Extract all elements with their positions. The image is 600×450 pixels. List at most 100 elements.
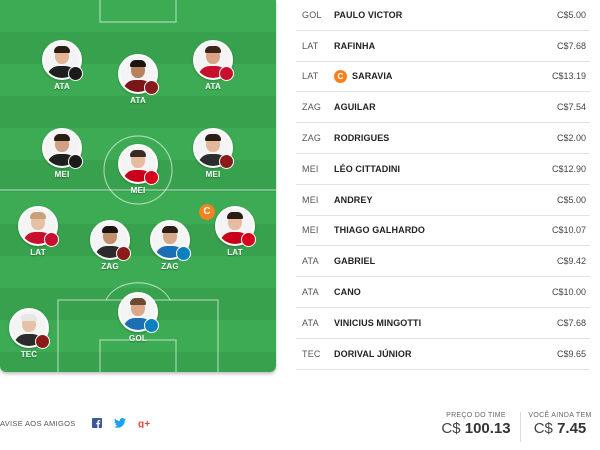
twitter-icon[interactable] <box>113 418 126 428</box>
lineup-row[interactable]: MEI LÉO CITTADINI C$12.90 <box>296 154 590 185</box>
remaining-caption: VOCÊ AINDA TEM <box>528 412 592 419</box>
field-position-label: ATA <box>130 96 146 105</box>
field-player[interactable]: LAT <box>10 206 66 257</box>
player-hair <box>227 212 243 219</box>
row-position: MEI <box>302 225 319 236</box>
club-badge-icon <box>219 154 234 169</box>
player-name-text: SARAVIA <box>352 71 393 82</box>
field-position-label: LAT <box>227 248 243 257</box>
player-hair <box>130 298 146 305</box>
lineup-row[interactable]: TEC DORIVAL JÚNIOR C$9.65 <box>296 339 590 370</box>
field-position-label: GOL <box>129 334 147 343</box>
lineup-row[interactable]: ATA GABRIEL C$9.42 <box>296 246 590 278</box>
row-price: C$13.19 <box>551 71 586 82</box>
lineup-row[interactable]: LAT C SARAVIA C$13.19 <box>296 62 590 93</box>
field-position-label: ATA <box>54 82 70 91</box>
row-price: C$10.00 <box>551 287 586 298</box>
lineup-row[interactable]: ATA VINICIUS MINGOTTI C$7.68 <box>296 308 590 339</box>
player-name-text: LÉO CITTADINI <box>334 163 401 174</box>
player-hair <box>21 314 37 321</box>
player-hair <box>130 60 146 67</box>
club-badge-icon <box>68 66 83 81</box>
field-player[interactable]: ATA <box>110 54 166 105</box>
player-name-text: AGUILAR <box>334 102 376 113</box>
lineup-row[interactable]: MEI ANDREY C$5.00 <box>296 185 590 216</box>
captain-icon: C <box>334 69 347 83</box>
row-position: ZAG <box>302 133 322 144</box>
team-price-caption: PREÇO DO TIME <box>446 412 506 419</box>
field-position-label: LAT <box>30 248 46 257</box>
facebook-icon[interactable] <box>91 418 102 428</box>
share-label: AVISE AOS AMIGOS <box>0 418 76 428</box>
club-badge-icon <box>144 80 159 95</box>
row-price: C$12.90 <box>551 163 586 174</box>
player-hair <box>162 226 178 233</box>
row-price: C$2.00 <box>556 133 586 144</box>
row-player-name: CANO <box>334 287 526 297</box>
player-name-text: DORIVAL JÚNIOR <box>334 348 412 359</box>
soccer-field: ATA ATA ATA MEI MEI MEI LAT ZAG ZAG LAT C GOL TEC <box>0 0 276 372</box>
row-player-name: RAFINHA <box>334 41 526 51</box>
field-player[interactable]: MEI <box>110 144 166 195</box>
field-player[interactable]: TEC <box>1 308 57 359</box>
row-position: LAT <box>302 40 319 51</box>
player-name-text: CANO <box>334 287 361 298</box>
player-hair <box>30 212 46 219</box>
player-name-text: PAULO VICTOR <box>334 9 403 20</box>
row-position: TEC <box>302 348 321 359</box>
team-price-value: C$ 100.13 <box>441 420 511 437</box>
row-player-name: VINICIUS MINGOTTI <box>334 318 526 328</box>
club-badge-icon <box>68 154 83 169</box>
remaining-value: C$ 7.45 <box>533 420 587 437</box>
player-name-text: RAFINHA <box>334 40 376 51</box>
field-player[interactable]: ATA <box>185 40 241 91</box>
captain-icon: C <box>199 204 215 220</box>
field-player[interactable]: MEI <box>34 128 90 179</box>
field-position-label: ATA <box>205 82 221 91</box>
row-player-name: C SARAVIA <box>334 69 526 83</box>
club-badge-icon <box>144 318 159 333</box>
row-price: C$7.68 <box>556 40 586 51</box>
row-position: ATA <box>302 256 319 267</box>
club-badge-icon <box>176 246 191 261</box>
field-player[interactable]: GOL <box>110 292 166 343</box>
field-player[interactable]: MEI <box>185 128 241 179</box>
lineup-row[interactable]: MEI THIAGO GALHARDO C$10.07 <box>296 216 590 247</box>
player-name-text: THIAGO GALHARDO <box>334 225 425 236</box>
player-name-text: RODRIGUES <box>334 133 390 144</box>
lineup-row[interactable]: ATA CANO C$10.00 <box>296 277 590 308</box>
player-hair <box>54 46 70 53</box>
club-badge-icon <box>116 246 131 261</box>
row-player-name: ANDREY <box>334 195 526 205</box>
player-name-text: VINICIUS MINGOTTI <box>334 317 422 328</box>
row-price: C$7.54 <box>556 102 586 113</box>
player-hair <box>205 46 221 53</box>
row-price: C$10.07 <box>551 225 586 236</box>
lineup-row[interactable]: LAT RAFINHA C$7.68 <box>296 31 590 62</box>
team-price-box: PREÇO DO TIME C$ 100.13 <box>436 412 516 437</box>
field-position-label: MEI <box>130 186 146 195</box>
row-player-name: RODRIGUES <box>334 133 526 143</box>
field-position-label: ZAG <box>101 262 119 271</box>
row-price: C$5.00 <box>556 194 586 205</box>
price-divider <box>520 412 521 442</box>
google-plus-icon[interactable]: g+ <box>138 418 152 428</box>
club-badge-icon <box>44 232 59 247</box>
row-position: ZAG <box>302 102 322 113</box>
row-position: ATA <box>302 287 319 298</box>
field-player[interactable]: ATA <box>34 40 90 91</box>
field-player[interactable]: ZAG <box>82 220 138 271</box>
row-price: C$9.65 <box>556 348 586 359</box>
row-player-name: LÉO CITTADINI <box>334 164 526 174</box>
field-player[interactable]: ZAG <box>142 220 198 271</box>
row-position: GOL <box>302 9 322 20</box>
row-position: LAT <box>302 71 319 82</box>
field-player[interactable]: LAT C <box>199 204 263 257</box>
player-name-text: GABRIEL <box>334 256 376 267</box>
row-position: ATA <box>302 317 319 328</box>
lineup-row[interactable]: ZAG AGUILAR C$7.54 <box>296 92 590 124</box>
row-player-name: THIAGO GALHARDO <box>334 225 526 235</box>
club-badge-icon <box>144 170 159 185</box>
lineup-row[interactable]: ZAG RODRIGUES C$2.00 <box>296 123 590 154</box>
lineup-row[interactable]: GOL PAULO VICTOR C$5.00 <box>296 0 590 31</box>
